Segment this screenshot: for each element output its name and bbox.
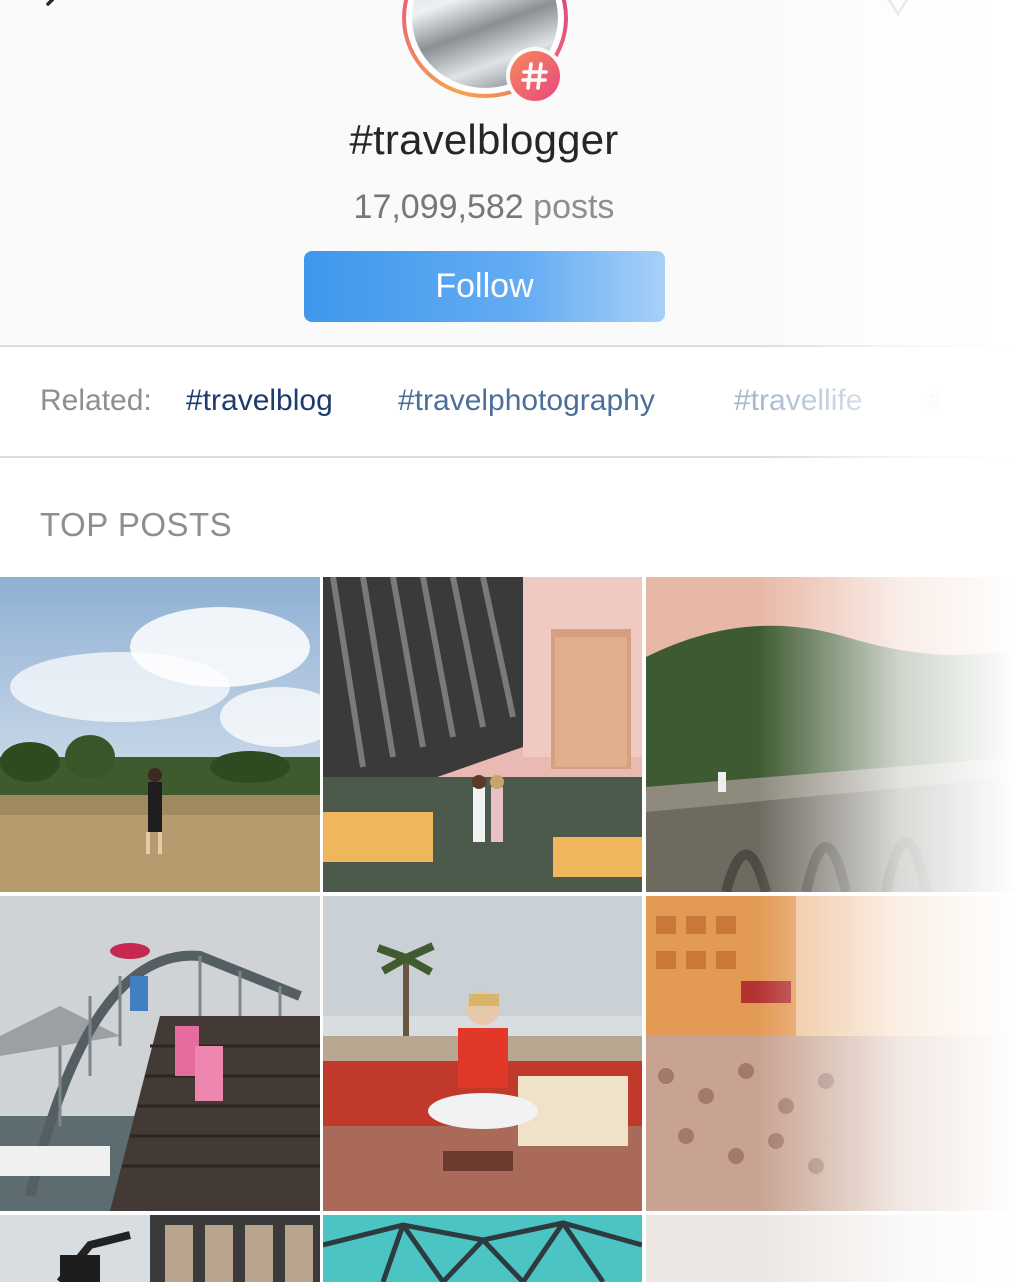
related-label: Related: — [40, 384, 152, 417]
post-tile[interactable] — [323, 896, 642, 1211]
related-tag-travelphotography[interactable]: #travelphotography — [398, 384, 655, 418]
post-count-number: 17,099,582 — [353, 188, 524, 226]
post-image — [646, 896, 1017, 1211]
post-image — [323, 896, 642, 1211]
post-tile[interactable] — [323, 577, 642, 892]
follow-button[interactable]: Follow — [304, 251, 665, 322]
post-tile[interactable] — [0, 577, 320, 892]
section-title-top-posts: TOP POSTS — [40, 506, 233, 543]
post-image — [0, 896, 320, 1211]
page-title: #travelblogger — [349, 116, 619, 163]
direct-message-icon[interactable] — [886, 0, 910, 18]
post-tile[interactable] — [646, 896, 1017, 1211]
related-tag-travellife[interactable]: #travellife — [734, 384, 862, 418]
post-image — [0, 577, 320, 892]
post-image — [323, 577, 642, 892]
post-tile[interactable] — [0, 896, 320, 1211]
related-tag-travelblog[interactable]: #travelblog — [186, 384, 333, 418]
post-count: 17,099,582 posts — [0, 188, 968, 227]
post-image — [646, 1215, 1017, 1282]
grid-gap — [0, 892, 1017, 896]
post-tile[interactable] — [0, 1215, 320, 1282]
top-posts-grid — [0, 577, 1017, 1282]
post-tile[interactable] — [323, 1215, 642, 1282]
post-image — [646, 577, 1017, 892]
hashtag-icon — [521, 62, 548, 90]
post-count-label: posts — [533, 188, 615, 226]
hashtag-badge — [506, 47, 564, 105]
back-arrow-icon[interactable] — [40, 0, 68, 18]
related-divider — [0, 456, 1017, 458]
header-divider — [0, 345, 1017, 347]
post-tile[interactable] — [646, 577, 1017, 892]
grid-gap — [0, 1211, 1017, 1215]
hashtag-header: #travelblogger 17,099,582 posts Follow — [0, 0, 1017, 346]
related-hashtags-bar: Related: #travelblog #travelphotography … — [0, 348, 1017, 456]
related-tag-partial[interactable]: # — [926, 384, 943, 418]
post-image — [0, 1215, 320, 1282]
post-tile[interactable] — [646, 1215, 1017, 1282]
post-image — [323, 1215, 642, 1282]
